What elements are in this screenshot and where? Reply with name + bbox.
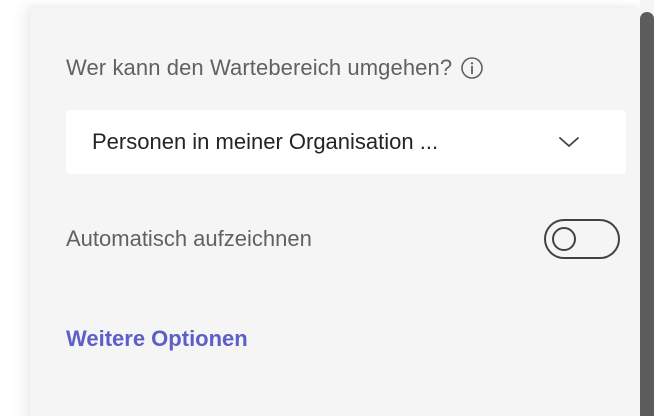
lobby-bypass-row: Wer kann den Wartebereich umgehen?	[66, 52, 484, 84]
lobby-bypass-dropdown[interactable]: Personen in meiner Organisation ...	[66, 110, 626, 174]
chevron-down-icon	[558, 132, 580, 152]
info-icon[interactable]	[460, 56, 484, 80]
auto-record-label: Automatisch aufzeichnen	[66, 226, 312, 251]
scrollbar-thumb[interactable]	[640, 12, 654, 416]
scrollbar-track[interactable]	[640, 0, 654, 416]
meeting-options-panel: Wer kann den Wartebereich umgehen? Perso…	[30, 8, 640, 416]
auto-record-row: Automatisch aufzeichnen	[66, 216, 620, 262]
lobby-bypass-selected-value: Personen in meiner Organisation ...	[92, 129, 439, 154]
auto-record-toggle[interactable]	[544, 219, 620, 259]
toggle-knob	[552, 227, 576, 251]
meeting-options-view: Wer kann den Wartebereich umgehen? Perso…	[0, 0, 654, 416]
lobby-bypass-label: Wer kann den Wartebereich umgehen?	[66, 55, 453, 80]
more-options-link[interactable]: Weitere Optionen	[66, 326, 248, 352]
